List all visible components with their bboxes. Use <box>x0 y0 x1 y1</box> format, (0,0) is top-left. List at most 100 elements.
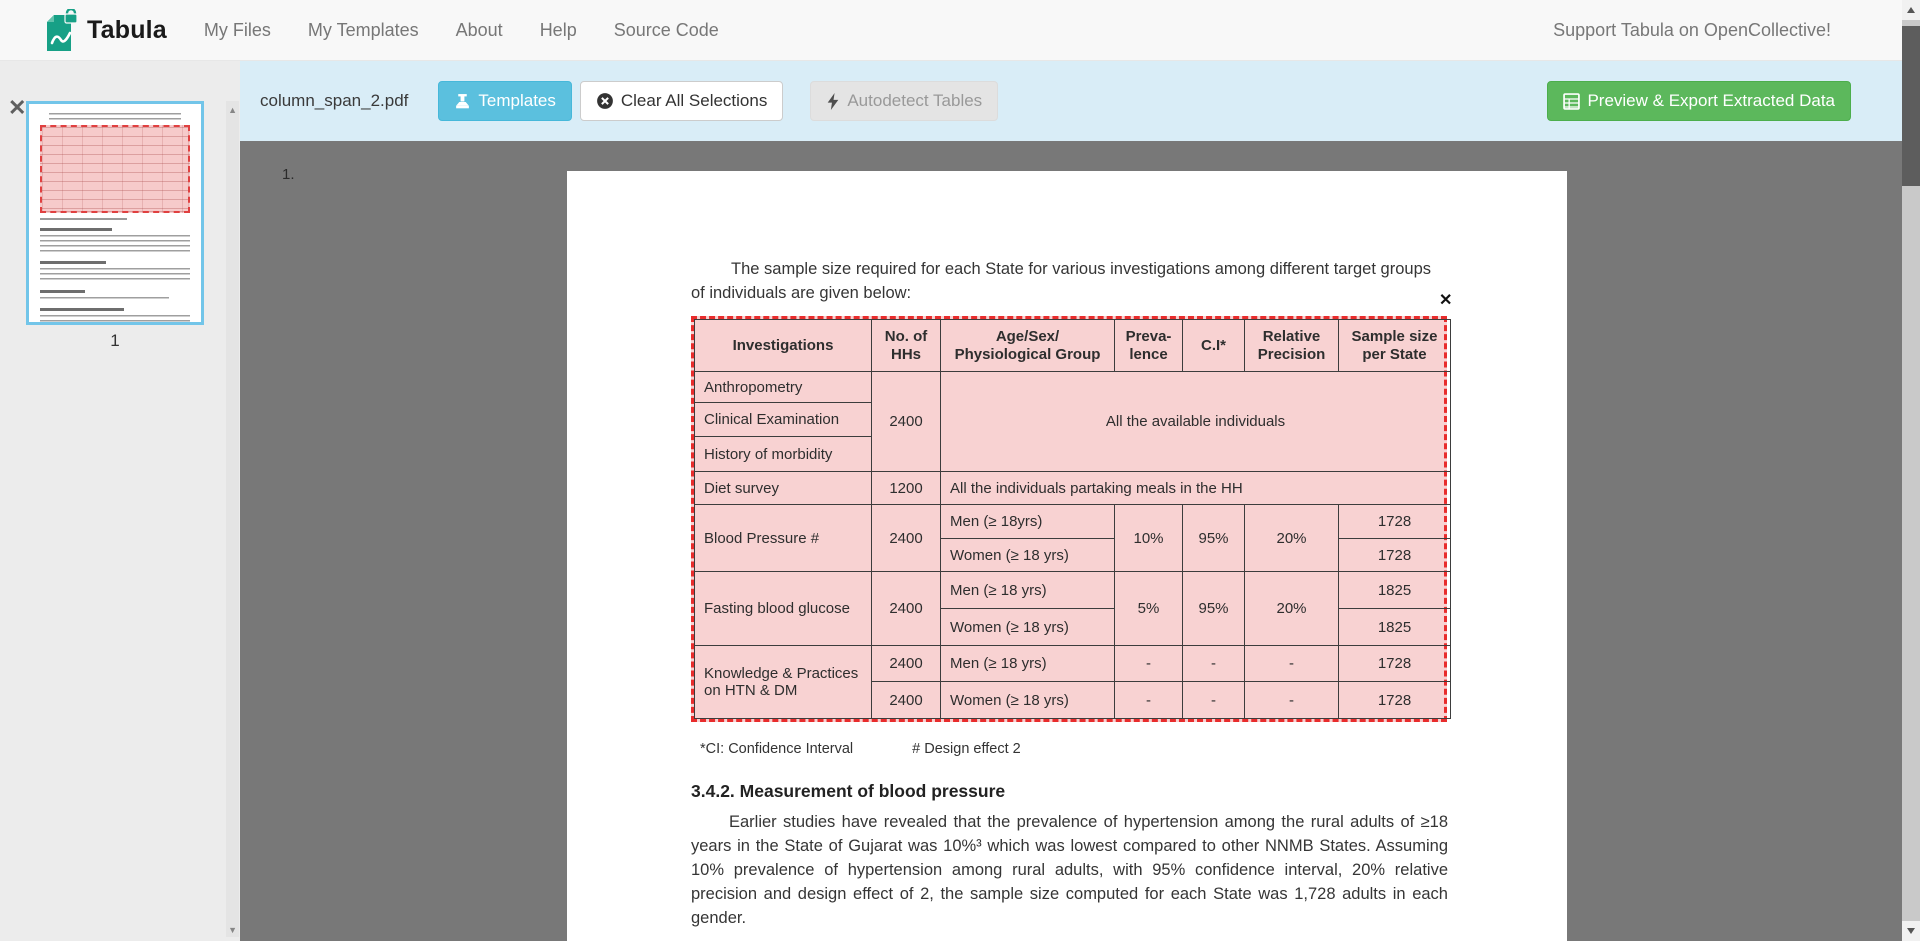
table-cell: 1825 <box>1339 572 1451 609</box>
thumbnail-heading-line <box>40 228 112 231</box>
table-header-cell: Preva- lence <box>1115 320 1183 372</box>
thumbnail-text-lines <box>40 218 127 220</box>
thumbnail-page-number: 1 <box>26 331 204 351</box>
thumbnail-heading-line <box>40 308 124 311</box>
scrollbar-down-button[interactable] <box>1902 921 1920 941</box>
sidebar-scroll-up-icon[interactable]: ▲ <box>228 105 237 115</box>
page-label: 1. <box>282 166 295 183</box>
table-cell: - <box>1245 646 1339 682</box>
export-button-label: Preview & Export Extracted Data <box>1587 91 1835 111</box>
body-paragraph: Earlier studies have revealed that the p… <box>691 810 1448 930</box>
table-cell: Women (≥ 18 yrs) <box>941 682 1115 719</box>
nav-link-help[interactable]: Help <box>540 20 577 41</box>
thumbnail-text-lines <box>40 235 190 254</box>
remove-page-button[interactable]: ✕ <box>8 97 26 119</box>
table-cell: 20% <box>1245 572 1339 646</box>
table-cell: Men (≥ 18yrs) <box>941 505 1115 539</box>
top-navbar: Tabula My Files My Templates About Help … <box>0 0 1920 61</box>
tabula-pdf-logo-icon[interactable] <box>45 9 79 53</box>
pdf-page: The sample size required for each State … <box>567 171 1567 941</box>
table-cell: 1200 <box>872 472 941 505</box>
table-header-cell: C.I* <box>1183 320 1245 372</box>
table-cell: Diet survey <box>695 472 872 505</box>
thumbnail-table-selection <box>40 125 190 213</box>
document-view-area: 1. The sample size required for each Sta… <box>240 141 1920 941</box>
nav-link-my-templates[interactable]: My Templates <box>308 20 419 41</box>
thumbnail-text-lines <box>40 315 190 325</box>
table-cell: 2400 <box>872 505 941 572</box>
thumbnail-heading-line <box>40 290 85 293</box>
scroll-down-icon <box>1907 928 1915 934</box>
table-cell: 1728 <box>1339 539 1451 572</box>
data-table: Investigations No. of HHs Age/Sex/ Physi… <box>694 319 1451 719</box>
thumbnail-text-lines <box>40 297 169 302</box>
table-cell: 2400 <box>872 682 941 719</box>
table-header-cell: Sample size per State <box>1339 320 1451 372</box>
window-scrollbar[interactable] <box>1902 0 1920 941</box>
table-footnote: *CI: Confidence Interval # Design effect… <box>700 741 1021 757</box>
nav-link-source-code[interactable]: Source Code <box>614 20 719 41</box>
table-cell: Women (≥ 18 yrs) <box>941 539 1115 572</box>
spreadsheet-icon <box>1563 93 1580 110</box>
table-cell: 1728 <box>1339 682 1451 719</box>
scrollbar-thumb[interactable] <box>1902 26 1920 186</box>
clear-button-label: Clear All Selections <box>621 91 767 111</box>
table-cell: Knowledge & Practices on HTN & DM <box>695 646 872 719</box>
table-cell: Fasting blood glucose <box>695 572 872 646</box>
nav-link-my-files[interactable]: My Files <box>204 20 271 41</box>
table-cell: - <box>1183 646 1245 682</box>
table-cell: 2400 <box>872 646 941 682</box>
table-cell: Anthropometry <box>695 372 872 403</box>
page-thumbnails-sidebar: ✕ 1 ▲ ▼ <box>0 61 240 941</box>
nav-link-about[interactable]: About <box>456 20 503 41</box>
table-cell: Women (≥ 18 yrs) <box>941 609 1115 646</box>
clear-all-selections-button[interactable]: Clear All Selections <box>580 81 783 121</box>
sidebar-scroll-down-icon[interactable]: ▼ <box>228 925 237 935</box>
support-opencollective-link[interactable]: Support Tabula on OpenCollective! <box>1553 0 1831 61</box>
table-cell: 5% <box>1115 572 1183 646</box>
autodetect-button-label: Autodetect Tables <box>847 91 982 111</box>
sidebar-scrollbar-track[interactable] <box>226 101 239 937</box>
table-header-cell: No. of HHs <box>872 320 941 372</box>
templates-button[interactable]: Templates <box>438 81 571 121</box>
lightning-icon <box>826 93 840 110</box>
table-cell: 1728 <box>1339 646 1451 682</box>
table-cell: Clinical Examination <box>695 403 872 437</box>
table-cell: 95% <box>1183 572 1245 646</box>
table-cell: - <box>1245 682 1339 719</box>
table-cell: All the individuals partaking meals in t… <box>941 472 1451 505</box>
table-cell: 2400 <box>872 572 941 646</box>
preview-export-button[interactable]: Preview & Export Extracted Data <box>1547 81 1851 121</box>
thumbnail-text-lines <box>40 268 190 283</box>
table-cell: 20% <box>1245 505 1339 572</box>
table-cell: 1728 <box>1339 505 1451 539</box>
table-header-cell: Age/Sex/ Physiological Group <box>941 320 1115 372</box>
scrollbar-up-button[interactable] <box>1902 0 1920 20</box>
table-cell: History of morbidity <box>695 437 872 472</box>
table-header-cell: Investigations <box>695 320 872 372</box>
table-cell: Men (≥ 18 yrs) <box>941 646 1115 682</box>
page-thumbnail[interactable] <box>26 101 204 325</box>
thumbnail-heading-line <box>40 261 106 264</box>
selection-close-button[interactable]: ✕ <box>1439 293 1452 309</box>
table-cell: All the available individuals <box>941 372 1451 472</box>
circle-x-icon <box>596 92 614 110</box>
lock-icon <box>65 9 77 23</box>
thumbnail-text-lines <box>49 113 181 121</box>
table-cell: - <box>1115 646 1183 682</box>
section-heading: 3.4.2. Measurement of blood pressure <box>691 781 1005 802</box>
footnote-design-effect: # Design effect 2 <box>912 741 1021 757</box>
table-cell: 10% <box>1115 505 1183 572</box>
table-cell: 1825 <box>1339 609 1451 646</box>
table-cell: - <box>1183 682 1245 719</box>
table-cell: Men (≥ 18 yrs) <box>941 572 1115 609</box>
table-selection-overlay[interactable]: Investigations No. of HHs Age/Sex/ Physi… <box>691 316 1447 722</box>
footnote-ci: *CI: Confidence Interval <box>700 741 853 757</box>
autodetect-tables-button[interactable]: Autodetect Tables <box>810 81 998 121</box>
filename-label: column_span_2.pdf <box>260 91 408 111</box>
table-header-cell: Relative Precision <box>1245 320 1339 372</box>
table-cell: Blood Pressure # <box>695 505 872 572</box>
brand-title[interactable]: Tabula <box>87 16 167 45</box>
table-cell: - <box>1115 682 1183 719</box>
table-cell: 2400 <box>872 372 941 472</box>
